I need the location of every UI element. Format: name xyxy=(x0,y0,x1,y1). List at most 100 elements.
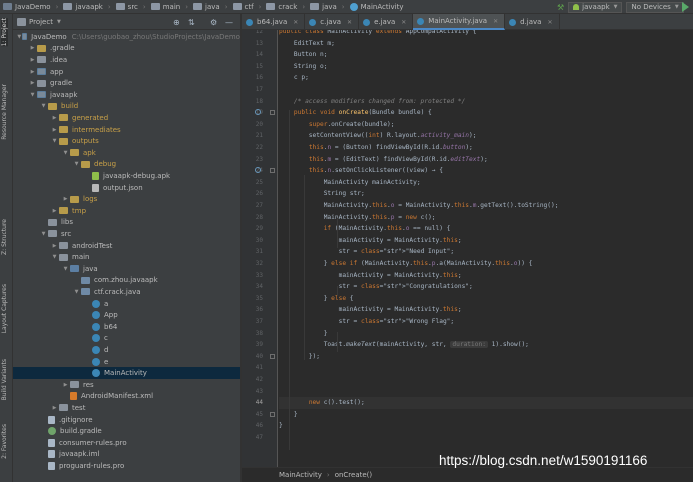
tree-file-item[interactable]: AndroidManifest.xml xyxy=(13,391,240,403)
expanded-arrow-icon[interactable]: ▼ xyxy=(72,289,81,295)
tree-folder-item[interactable]: ▶ res xyxy=(13,379,240,391)
close-icon[interactable]: ✕ xyxy=(293,19,298,26)
expanded-arrow-icon[interactable]: ▼ xyxy=(50,138,59,144)
code-line[interactable]: MainActivity.this.p = new c(); xyxy=(279,212,436,224)
run-config-dropdown[interactable]: javaapk ▼ xyxy=(568,1,623,13)
tree-folder-item[interactable]: ▼ debug xyxy=(13,159,240,171)
breadcrumb-item[interactable]: java xyxy=(193,3,220,11)
tree-file-item[interactable]: javaapk-debug.apk xyxy=(13,170,240,182)
tree-folder-item[interactable]: com.zhou.javaapk xyxy=(13,275,240,287)
tree-folder-item[interactable]: ▶ androidTest xyxy=(13,240,240,252)
tool-window-tab[interactable]: Build Variants xyxy=(1,359,8,400)
collapsed-arrow-icon[interactable]: ▶ xyxy=(50,127,59,133)
close-icon[interactable]: ✕ xyxy=(547,19,552,26)
collapsed-arrow-icon[interactable]: ▶ xyxy=(28,57,37,63)
tree-folder-item[interactable]: ▼ JavaDemo C:\Users\guobao_zhou\StudioProj… xyxy=(13,31,240,43)
code-line[interactable]: mainActivity = MainActivity.this; xyxy=(279,235,462,247)
collapsed-arrow-icon[interactable]: ▶ xyxy=(50,115,59,121)
expanded-arrow-icon[interactable]: ▼ xyxy=(61,150,70,156)
expanded-arrow-icon[interactable]: ▼ xyxy=(61,266,70,272)
tree-file-item[interactable]: output.json xyxy=(13,182,240,194)
tree-file-item[interactable]: javaapk.iml xyxy=(13,449,240,461)
breadcrumb-item[interactable]: src xyxy=(115,3,138,11)
tree-folder-item[interactable]: ▼ apk xyxy=(13,147,240,159)
locate-icon[interactable]: ⊕ xyxy=(173,18,180,27)
code-line[interactable]: String str; xyxy=(279,188,365,200)
tree-folder-item[interactable]: ▶ test xyxy=(13,402,240,414)
code-line[interactable]: this.n = (Button) findViewById(R.id.butt… xyxy=(279,142,473,154)
expanded-arrow-icon[interactable]: ▼ xyxy=(39,231,48,237)
code-line[interactable]: str = class="str">"Need Input"; xyxy=(279,246,455,258)
tree-folder-item[interactable]: ▶ app xyxy=(13,66,240,78)
tree-file-item[interactable]: build.gradle xyxy=(13,425,240,437)
code-line[interactable]: str = class="str">"Congratulations"; xyxy=(279,281,473,293)
collapsed-arrow-icon[interactable]: ▶ xyxy=(50,405,59,411)
breadcrumb-method[interactable]: onCreate() xyxy=(335,471,372,479)
expanded-arrow-icon[interactable]: ▼ xyxy=(72,161,81,167)
chevron-down-icon[interactable]: ▼ xyxy=(57,19,61,25)
project-view-selector[interactable]: Project xyxy=(29,18,53,26)
collapsed-arrow-icon[interactable]: ▶ xyxy=(28,80,37,86)
code-line[interactable]: } else if (MainActivity.this.p.a(MainAct… xyxy=(279,258,533,270)
breadcrumb-class[interactable]: MainActivity xyxy=(279,471,322,479)
tree-folder-item[interactable]: ▼ java xyxy=(13,263,240,275)
code-line[interactable]: MainActivity mainActivity; xyxy=(279,177,421,189)
breadcrumb-item[interactable]: ctf xyxy=(232,3,254,11)
tree-class-item[interactable]: c xyxy=(13,333,240,345)
editor-tab[interactable]: c.java ✕ xyxy=(305,14,360,30)
code-line[interactable]: this.m = (EditText) findViewById(R.id.ed… xyxy=(279,154,488,166)
collapsed-arrow-icon[interactable]: ▶ xyxy=(28,45,37,51)
code-line[interactable]: EditText m; xyxy=(279,38,335,50)
tree-folder-item[interactable]: ▼ build xyxy=(13,101,240,113)
expanded-arrow-icon[interactable]: ▼ xyxy=(39,103,48,109)
breadcrumb-item[interactable]: java xyxy=(310,3,337,11)
tree-class-item[interactable]: d xyxy=(13,344,240,356)
tree-folder-item[interactable]: ▶ .idea xyxy=(13,54,240,66)
tree-folder-item[interactable]: ▼ javaapk xyxy=(13,89,240,101)
code-line[interactable]: }); xyxy=(279,351,320,363)
tree-folder-item[interactable]: libs xyxy=(13,217,240,229)
tree-class-item[interactable]: e xyxy=(13,356,240,368)
expanded-arrow-icon[interactable]: ▼ xyxy=(28,92,37,98)
code-line[interactable]: String o; xyxy=(279,61,328,73)
tree-folder-item[interactable]: ▼ ctf.crack.java xyxy=(13,286,240,298)
tree-folder-item[interactable]: ▶ intermediates xyxy=(13,124,240,136)
tree-folder-item[interactable]: ▶ generated xyxy=(13,112,240,124)
code-line[interactable]: str = class="str">"Wrong Flag"; xyxy=(279,316,455,328)
tree-file-item[interactable]: consumer-rules.pro xyxy=(13,437,240,449)
breadcrumb-item[interactable]: JavaDemo xyxy=(3,3,51,11)
breadcrumb-item[interactable]: main xyxy=(150,3,180,11)
code-line[interactable]: /* access modifiers changed from: protec… xyxy=(279,96,465,108)
editor-tab[interactable]: MainActivity.java ✕ xyxy=(413,14,506,30)
tree-folder-item[interactable]: ▶ .gradle xyxy=(13,43,240,55)
tool-window-tab[interactable]: 2: Favorites xyxy=(1,424,8,459)
tree-class-item[interactable]: MainActivity xyxy=(13,367,240,379)
code-line[interactable]: c p; xyxy=(279,72,309,84)
hide-panel-icon[interactable]: — xyxy=(225,18,233,27)
code-line[interactable]: public class MainActivity extends AppCom… xyxy=(279,30,476,38)
fold-marker-icon[interactable] xyxy=(270,110,275,116)
code-line[interactable]: } xyxy=(279,420,283,432)
expanded-arrow-icon[interactable]: ▼ xyxy=(50,254,59,260)
tree-folder-item[interactable]: ▼ outputs xyxy=(13,135,240,147)
tree-class-item[interactable]: App xyxy=(13,309,240,321)
tree-folder-item[interactable]: ▶ tmp xyxy=(13,205,240,217)
code-line[interactable]: new c().test(); xyxy=(279,397,693,409)
code-line[interactable]: mainActivity = MainActivity.this; xyxy=(279,270,462,282)
close-icon[interactable]: ✕ xyxy=(347,19,352,26)
code-line[interactable]: public void onCreate(Bundle bundle) { xyxy=(279,107,432,119)
breadcrumb-item[interactable]: crack xyxy=(266,3,297,11)
code-editor[interactable]: public class MainActivity extends AppCom… xyxy=(279,30,693,467)
code-line[interactable]: setContentView((int) R.layout.activity_m… xyxy=(279,130,477,142)
tree-folder-item[interactable]: ▼ src xyxy=(13,228,240,240)
tree-file-item[interactable]: .gitignore xyxy=(13,414,240,426)
settings-gear-icon[interactable]: ⚙ xyxy=(210,18,217,27)
code-line[interactable]: Toast.makeText(mainActivity, str, durati… xyxy=(279,339,529,351)
build-hammer-icon[interactable]: ⚒ xyxy=(557,3,564,12)
collapsed-arrow-icon[interactable]: ▶ xyxy=(50,208,59,214)
editor-tab[interactable]: d.java ✕ xyxy=(505,14,560,30)
tree-folder-item[interactable]: ▼ main xyxy=(13,251,240,263)
expanded-arrow-icon[interactable]: ▼ xyxy=(17,34,22,40)
collapsed-arrow-icon[interactable]: ▶ xyxy=(61,196,70,202)
fold-marker-icon[interactable] xyxy=(270,353,275,359)
